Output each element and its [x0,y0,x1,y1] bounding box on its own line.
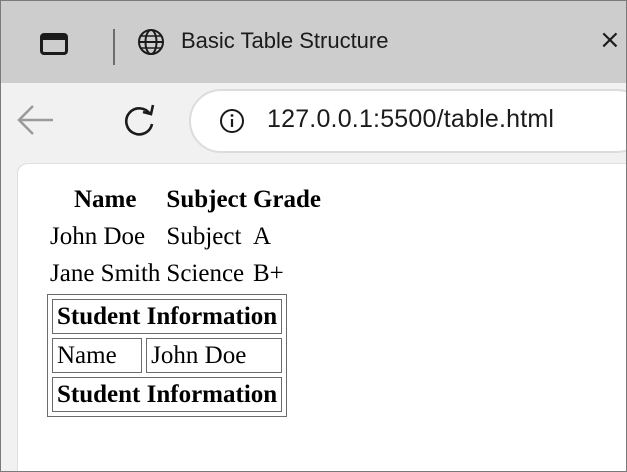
globe-icon [138,29,164,55]
tab-actions-icon[interactable] [40,33,68,55]
cell-name: John Doe [50,223,146,250]
cell-label: Name [52,338,143,373]
cell-grade: B+ [252,260,284,287]
tab-close-button[interactable]: × [599,25,621,55]
tab-title: Basic Table Structure [181,28,389,53]
tab-strip: Basic Table Structure × [1,1,626,83]
cell-subject: Science [166,260,245,287]
table-footer-row: Student Information [52,377,283,412]
table-row: John Doe Subject A [49,220,322,253]
cell-grade: A [252,223,272,250]
student-information-table: Student Information Name John Doe Studen… [47,294,288,417]
grades-table: Name Subject Grade John Doe Subject A Ja… [45,179,326,294]
cell-subject: Subject [166,223,242,250]
reload-icon[interactable] [119,100,159,140]
column-header-subject: Subject [166,186,247,213]
column-header-name: Name [73,186,137,213]
cell-value: John Doe [146,338,283,373]
table-header-row: Name Subject Grade [49,183,322,216]
student-information-header: Student Information [52,299,283,334]
url-text[interactable]: 127.0.0.1:5500/table.html [267,105,554,134]
tab-separator [113,29,115,65]
browser-window: Basic Table Structure × 127.0.0.1:5500/t… [0,0,627,472]
table-row: Jane Smith Science B+ [49,257,322,290]
back-arrow-icon[interactable] [13,100,57,140]
table-row: Name John Doe [52,338,283,373]
cell-name: Jane Smith [50,260,161,287]
info-icon[interactable] [219,108,245,134]
document-body: Name Subject Grade John Doe Subject A Ja… [45,179,326,417]
student-information-footer: Student Information [52,377,283,412]
column-header-grade: Grade [252,186,322,213]
table-header-row: Student Information [52,299,283,334]
